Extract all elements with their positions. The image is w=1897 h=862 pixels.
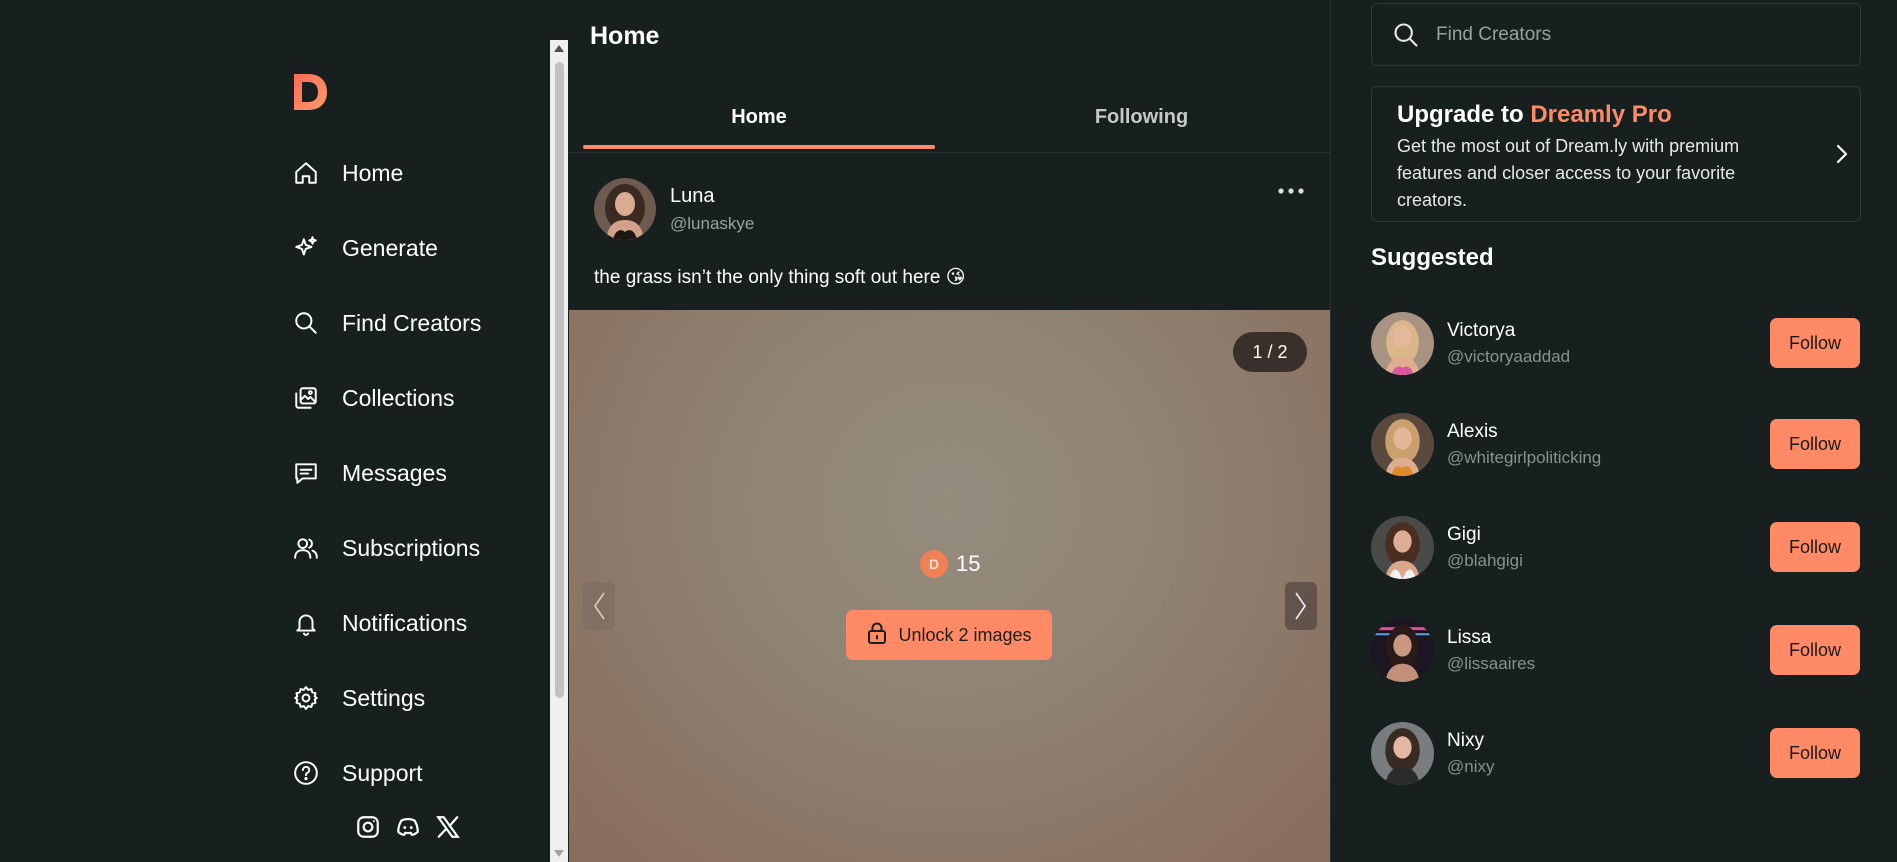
price-value: 15 [956, 551, 981, 576]
upgrade-brand: Dreamly Pro [1530, 101, 1672, 128]
sidebar-item-label: Generate [342, 234, 438, 261]
sidebar-item-label: Subscriptions [342, 534, 481, 561]
suggested-creator: Gigi @blahgigi Follow [1371, 516, 1860, 580]
creator-name[interactable]: Nixy [1447, 730, 1484, 752]
users-icon [292, 534, 320, 562]
avatar[interactable] [1371, 312, 1434, 375]
images-icon [292, 384, 320, 412]
search-icon [292, 309, 320, 337]
sidebar-item-label: Messages [342, 459, 447, 486]
sidebar-item-collections[interactable]: Collections [292, 378, 455, 418]
sidebar-item-home[interactable]: Home [292, 153, 403, 193]
sidebar-item-label: Notifications [342, 609, 468, 636]
creator-handle[interactable]: @blahgigi [1447, 551, 1523, 571]
message-icon [292, 459, 320, 487]
sidebar-item-notifications[interactable]: Notifications [292, 603, 467, 643]
creator-name[interactable]: Gigi [1447, 524, 1481, 546]
creator-name[interactable]: Alexis [1447, 421, 1498, 443]
sidebar-item-label: Home [342, 159, 404, 186]
creator-name[interactable]: Victorya [1447, 320, 1515, 342]
sidebar-item-find-creators[interactable]: Find Creators [292, 303, 481, 343]
sidebar-item-settings[interactable]: Settings [292, 678, 425, 718]
unlock-images-button[interactable]: Unlock 2 images [846, 610, 1052, 660]
upgrade-card[interactable]: Upgrade to Dreamly Pro Get the most out … [1371, 86, 1861, 222]
dreamly-logo[interactable] [290, 70, 330, 114]
unlock-label: Unlock 2 images [898, 624, 1032, 645]
post-caption: the grass isn’t the only thing soft out … [594, 267, 966, 288]
sidebar-item-subscriptions[interactable]: Subscriptions [292, 528, 480, 568]
unlock-price: D 15 [920, 550, 980, 578]
creator-handle[interactable]: @lissaaires [1447, 654, 1535, 674]
x-icon[interactable] [433, 812, 463, 842]
help-icon [292, 759, 320, 787]
avatar[interactable] [1371, 516, 1434, 579]
creator-handle[interactable]: @nixy [1447, 757, 1495, 777]
creator-handle[interactable]: @victoryaaddad [1447, 347, 1570, 367]
sidebar-item-label: Settings [342, 684, 426, 711]
right-column: Upgrade to Dreamly Pro Get the most out … [1331, 0, 1897, 862]
tab-following[interactable]: Following [967, 106, 1316, 129]
search-input[interactable] [1434, 22, 1838, 47]
page-title: Home [590, 22, 660, 50]
sidebar-item-label: Support [342, 759, 423, 786]
bell-icon [292, 609, 320, 637]
sidebar-item-label: Collections [342, 384, 455, 411]
instagram-icon[interactable] [353, 812, 383, 842]
suggested-heading: Suggested [1371, 244, 1494, 271]
avatar[interactable] [1371, 413, 1434, 476]
lock-icon [866, 621, 888, 650]
follow-button[interactable]: Follow [1770, 522, 1860, 572]
follow-button[interactable]: Follow [1770, 318, 1860, 368]
creator-name[interactable]: Lissa [1447, 627, 1491, 649]
suggested-creator: Lissa @lissaaires Follow [1371, 619, 1860, 683]
feed-tabs: Home Following [569, 90, 1330, 153]
sparkles-icon [292, 234, 320, 262]
sidebar-item-messages[interactable]: Messages [292, 453, 447, 493]
suggested-creator: Victorya @victoryaaddad Follow [1371, 312, 1860, 376]
follow-button[interactable]: Follow [1770, 419, 1860, 469]
chevron-right-icon [1295, 592, 1306, 620]
avatar[interactable] [594, 178, 656, 240]
follow-button[interactable]: Follow [1770, 728, 1860, 778]
scroll-up-arrow[interactable] [554, 45, 564, 52]
suggested-creator: Nixy @nixy Follow [1371, 722, 1860, 786]
post-author-name[interactable]: Luna [670, 185, 715, 208]
scrollbar-thumb[interactable] [555, 62, 564, 698]
carousel-next-button[interactable] [1285, 582, 1317, 630]
sidebar-item-generate[interactable]: Generate [292, 228, 438, 268]
search-icon [1392, 21, 1420, 49]
follow-button[interactable]: Follow [1770, 625, 1860, 675]
avatar[interactable] [1371, 619, 1434, 682]
chevron-left-icon [594, 592, 605, 620]
tab-home[interactable]: Home [583, 106, 935, 129]
sidebar-item-support[interactable]: Support [292, 753, 423, 793]
image-counter: 1 / 2 [1233, 332, 1307, 372]
creator-handle[interactable]: @whitegirlpoliticking [1447, 448, 1601, 468]
upgrade-title: Upgrade to Dreamly Pro [1397, 101, 1672, 129]
post-author-handle[interactable]: @lunaskye [670, 214, 754, 234]
home-icon [292, 159, 320, 187]
upgrade-description: Get the most out of Dream.ly with premiu… [1397, 136, 1740, 210]
discord-icon[interactable] [393, 812, 423, 842]
carousel-prev-button[interactable] [583, 582, 615, 630]
coin-icon: D [920, 550, 948, 578]
scroll-down-arrow[interactable] [554, 850, 564, 857]
gear-icon [292, 684, 320, 712]
chevron-right-icon [1834, 143, 1850, 165]
avatar[interactable] [1371, 722, 1434, 785]
suggested-creator: Alexis @whitegirlpoliticking Follow [1371, 413, 1860, 477]
sidebar: Home Generate Find Creators Collections … [0, 0, 550, 862]
active-tab-indicator [583, 145, 935, 149]
search-bar[interactable] [1371, 3, 1861, 66]
sidebar-item-label: Find Creators [342, 309, 482, 336]
post-media[interactable]: 1 / 2 D 15 Unlock 2 images [569, 310, 1330, 862]
upgrade-title-prefix: Upgrade to [1397, 101, 1531, 128]
scrollbar[interactable] [550, 40, 568, 862]
more-options-icon[interactable] [1277, 184, 1305, 198]
feed: Home Home Following Luna @lunaskye the g… [569, 0, 1331, 862]
